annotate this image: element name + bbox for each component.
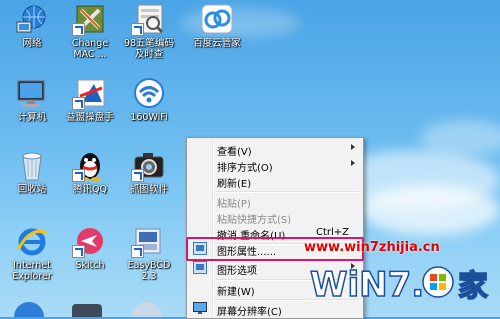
icon-label: 160WiFi [130, 112, 168, 123]
computer-icon [14, 78, 50, 110]
menu-item-refresh[interactable]: 刷新(E) [189, 173, 361, 190]
icon-label: 益盟操盘手 [66, 112, 114, 123]
ie-icon [14, 226, 50, 258]
desktop-icon-change-mac[interactable]: Change MAC ... [58, 4, 122, 60]
network-icon [14, 4, 50, 36]
desktop-icon-easybcd[interactable]: EasyBCD 2.3 [117, 226, 181, 282]
partial-icon [72, 304, 102, 317]
intel-graphics-icon [193, 261, 207, 274]
icon-label: 网络 [22, 38, 42, 49]
desktop-icon-wubi[interactable]: 98五笔编码 及时查 [117, 4, 181, 60]
icon-label: 计算机 [17, 112, 47, 123]
icon-label: EasyBCD 2.3 [127, 260, 171, 282]
submenu-arrow-icon [351, 160, 355, 166]
watermark-url: www.win7zhijia.cn [304, 240, 440, 255]
desktop-icon-qq[interactable]: 腾讯QQ [58, 150, 122, 195]
menu-item-sort-by[interactable]: 排序方式(O) [189, 157, 361, 174]
menu-item-view[interactable]: 查看(V) [189, 141, 361, 158]
wifi-icon [131, 78, 167, 110]
icon-label: 百度云管家 [193, 38, 241, 49]
svg-text:WiN7.: WiN7. [310, 265, 424, 305]
partial-icon [132, 302, 162, 317]
icon-label: Internet Explorer [12, 260, 52, 282]
desktop-icon-network[interactable]: 网络 [0, 4, 64, 49]
desktop-icon-yimeng[interactable]: 益盟操盘手 [58, 78, 122, 123]
icon-label: Change MAC ... [71, 38, 109, 60]
svg-text:家: 家 [458, 269, 488, 304]
cloud [420, 120, 500, 155]
easybcd-icon [131, 226, 167, 258]
icon-label: 腾讯QQ [73, 184, 107, 195]
desktop-icon-screenshot-tool[interactable]: 抓图软件 [117, 150, 181, 195]
shortcut-arrow-icon [131, 169, 144, 182]
change-mac-icon [72, 4, 108, 36]
win7-watermark-logo: WiN7. 家 [306, 256, 496, 308]
camera-icon [131, 150, 167, 182]
icon-label: 回收站 [17, 184, 47, 195]
icon-label: 98五笔编码 及时查 [123, 38, 175, 60]
shortcut-arrow-icon [72, 169, 85, 182]
desktop-icon-baidu-cloud[interactable]: 百度云管家 [185, 4, 249, 49]
shortcut-arrow-icon [131, 23, 144, 36]
shortcut-arrow-icon [72, 23, 85, 36]
shortcut-arrow-icon [72, 245, 85, 258]
menu-item-paste-shortcut[interactable]: 粘贴快捷方式(S) [189, 209, 361, 226]
shortcut-arrow-icon [131, 245, 144, 258]
partial-icon [14, 302, 44, 317]
recycle-bin-icon [14, 150, 50, 182]
desktop-icon-recycle-bin[interactable]: 回收站 [0, 150, 64, 195]
desktop-icon-internet-explorer[interactable]: Internet Explorer [0, 226, 64, 282]
menu-item-paste[interactable]: 粘贴(P) [189, 193, 361, 210]
submenu-arrow-icon [351, 144, 355, 150]
icon-label: 抓图软件 [129, 184, 168, 195]
qq-icon [72, 150, 108, 182]
shortcut-arrow-icon [72, 97, 85, 110]
baidu-cloud-icon [199, 4, 235, 36]
skitch-icon [72, 226, 108, 258]
icon-label: Skitch [75, 260, 105, 271]
cloud [360, 185, 500, 235]
desktop-icon-skitch[interactable]: Skitch [58, 226, 122, 271]
desktop-icon-160wifi[interactable]: 160WiFi [117, 78, 181, 123]
yimeng-icon [72, 78, 108, 110]
desktop-icon-computer[interactable]: 计算机 [0, 78, 64, 123]
wubi-icon [131, 4, 167, 36]
monitor-icon [193, 302, 207, 315]
